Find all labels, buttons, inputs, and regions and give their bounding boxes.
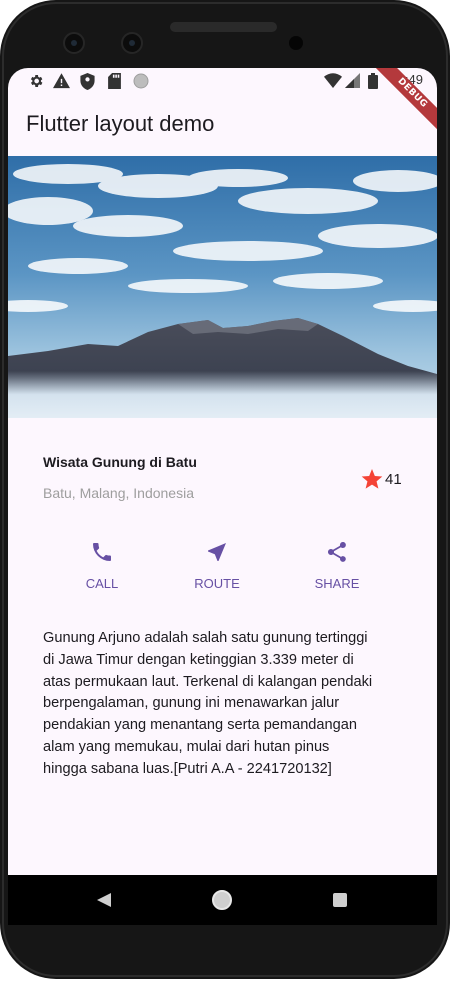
navigation-icon (208, 543, 226, 561)
nav-recents-button[interactable] (310, 875, 370, 925)
earpiece-speaker (170, 22, 277, 32)
route-label: ROUTE (194, 576, 240, 591)
share-icon (327, 541, 346, 562)
place-name: Wisata Gunung di Batu (43, 454, 197, 470)
back-icon (97, 893, 111, 907)
description-text: Gunung Arjuno adalah salah satu gunung t… (43, 628, 403, 781)
call-button[interactable]: CALL (57, 538, 147, 598)
app-screen: 3:49 DEBUG Flutter layout demo Wisata Gu… (8, 68, 437, 925)
description-line: hingga sabana luas.[Putri A.A - 22417201… (43, 760, 332, 777)
circle-icon (133, 73, 149, 89)
home-icon (212, 890, 232, 910)
share-label: SHARE (314, 576, 360, 591)
warning-icon (53, 73, 70, 89)
front-camera-right (121, 32, 143, 54)
debug-banner: DEBUG (367, 68, 437, 138)
description-line: atas permukaan laut. Terkenal di kalanga… (43, 673, 373, 690)
front-camera-left (63, 32, 85, 54)
star-icon (361, 469, 383, 489)
wifi-icon (324, 73, 342, 88)
description-line: pendakian yang menantang serta pemandang… (43, 717, 358, 734)
nav-back-button[interactable] (74, 875, 134, 925)
system-nav-bar (8, 875, 437, 925)
action-buttons: CALL ROUTE SHARE (8, 538, 437, 598)
place-location: Batu, Malang, Indonesia (43, 485, 194, 501)
description-line: berpengalaman, gunung ini menawarkan jal… (43, 695, 340, 712)
call-label: CALL (85, 576, 119, 591)
proximity-sensor (289, 36, 303, 50)
description-line: di Jawa Timur dengan ketinggian 3.339 me… (43, 651, 354, 668)
description-line: alam yang memukau, mulai dari hutan pinu… (43, 738, 330, 755)
rating-count: 41 (385, 471, 402, 488)
page-title: Flutter layout demo (26, 111, 215, 136)
shield-icon (80, 73, 95, 90)
sd-card-icon (108, 73, 121, 89)
settings-icon (30, 75, 43, 87)
battery-icon (368, 73, 378, 89)
status-bar: 3:49 DEBUG (8, 68, 437, 138)
nav-home-button[interactable] (192, 875, 252, 925)
route-button[interactable]: ROUTE (172, 538, 262, 598)
description-line: Gunung Arjuno adalah salah satu gunung t… (43, 630, 368, 646)
phone-icon (93, 543, 111, 561)
hero-image (8, 156, 437, 418)
signal-icon (345, 73, 360, 88)
share-button[interactable]: SHARE (292, 538, 382, 598)
recents-icon (333, 893, 347, 907)
